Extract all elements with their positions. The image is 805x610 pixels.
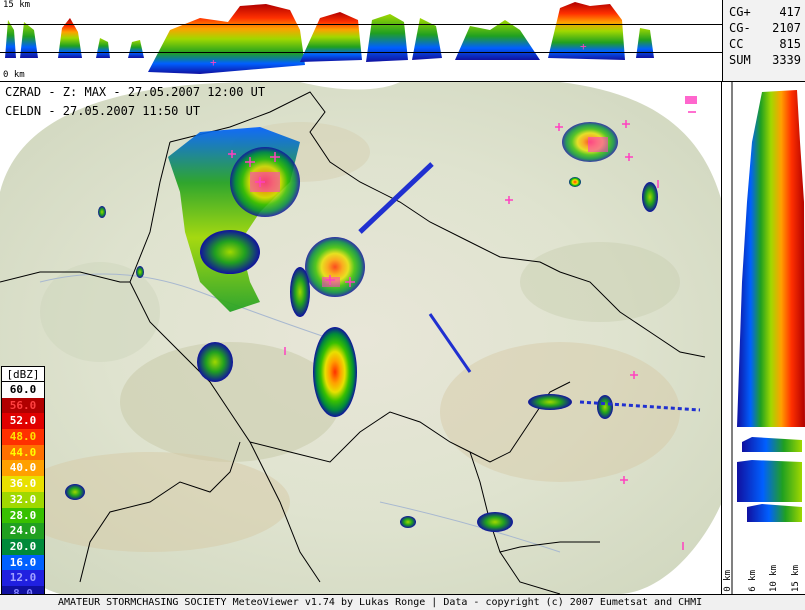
side-profile-label-15: 15 km — [791, 564, 801, 592]
legend-entry: 56.0 — [1, 397, 45, 414]
side-profile-label-6: 6 km — [748, 570, 758, 592]
credits-bar: AMATEUR STORMCHASING SOCIETY MeteoViewer… — [0, 594, 805, 610]
legend-entry: 48.0 — [1, 429, 45, 445]
radar-map[interactable]: CZRAD - Z: MAX - 27.05.2007 12:00 UT CEL… — [0, 82, 722, 594]
legend-entry: 24.0 — [1, 523, 45, 539]
legend-entry: 40.0 — [1, 460, 45, 477]
legend-entry: 12.0 — [1, 570, 45, 586]
map-canvas — [0, 82, 721, 594]
stat-label: CC — [729, 37, 744, 51]
stat-row-cg-plus: CG+ 417 — [729, 4, 801, 20]
legend-entry: 60.0 — [1, 382, 45, 398]
legend-entry: 52.0 — [1, 413, 45, 430]
lightning-stats-panel: CG+ 417 CG- 2107 CC 815 SUM 3339 — [722, 0, 805, 82]
stat-label: CG+ — [729, 5, 751, 19]
stat-value: 3339 — [772, 53, 801, 67]
legend-entry: 28.0 — [1, 507, 45, 524]
dbz-legend: [dBZ] 60.0 56.0 52.0 48.0 44.0 40.0 36.0 32.0 28… — [1, 366, 45, 594]
svg-text:+: + — [210, 56, 217, 69]
side-profile-echoes — [731, 82, 805, 594]
stat-value: 815 — [779, 37, 801, 51]
legend-entry: 20.0 — [1, 538, 45, 555]
legend-entry: 44.0 — [1, 444, 45, 461]
legend-entry: 8.0 — [1, 585, 45, 594]
stat-value: 417 — [779, 5, 801, 19]
stat-label: CG- — [729, 21, 751, 35]
legend-entry: 36.0 — [1, 476, 45, 492]
top-profile-bottom-label: 0 km — [3, 70, 25, 80]
legend-entry: 16.0 — [1, 554, 45, 571]
legend-title: [dBZ] — [1, 366, 45, 382]
stat-row-sum: SUM 3339 — [729, 52, 801, 68]
side-profile-label-10: 10 km — [769, 564, 779, 592]
legend-entry: 32.0 — [1, 491, 45, 508]
top-profile-top-label: 15 km — [3, 0, 31, 10]
stat-row-cg-minus: CG- 2107 — [729, 20, 801, 36]
lightning-info-line: CELDN - 27.05.2007 11:50 UT — [5, 104, 201, 118]
stat-row-cc: CC 815 — [729, 36, 801, 52]
top-profile-echoes: + + — [5, 2, 654, 74]
meteoviewer-window: + + 15 km 0 km CG+ 417 CG- 2107 CC 815 S… — [0, 0, 805, 610]
north-south-cross-section: 0 km 6 km 10 km 15 km — [722, 82, 805, 594]
stat-value: 2107 — [772, 21, 801, 35]
radar-info-line: CZRAD - Z: MAX - 27.05.2007 12:00 UT — [5, 85, 266, 99]
stat-label: SUM — [729, 53, 751, 67]
side-profile-label-0: 0 km — [723, 570, 733, 592]
west-east-cross-section: + + 15 km 0 km — [0, 0, 722, 82]
